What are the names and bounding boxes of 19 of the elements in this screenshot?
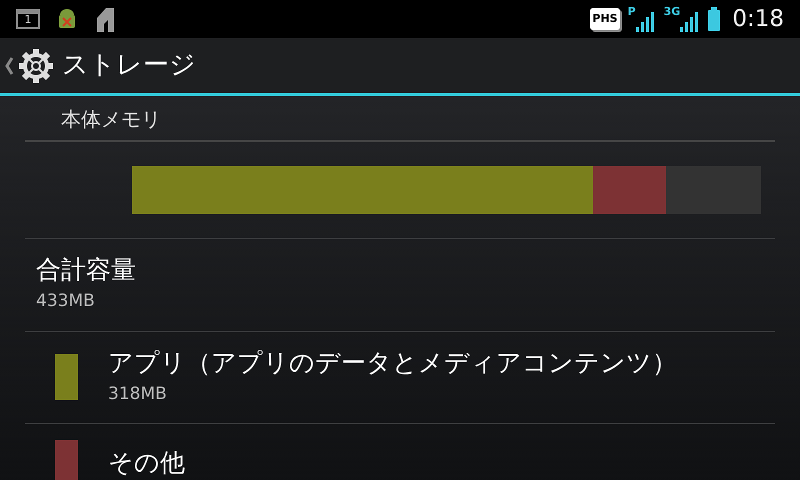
total-value: 433MB	[36, 290, 96, 313]
signal-label: P	[628, 6, 636, 17]
section-header: 本体メモリ	[25, 96, 775, 142]
usb-icon	[94, 6, 116, 32]
up-button[interactable]	[4, 48, 54, 84]
signal-label: 3G	[664, 6, 680, 17]
signal-icon	[636, 12, 656, 32]
network-badge: PHS	[590, 8, 620, 30]
signal-icon	[680, 12, 700, 32]
back-caret-icon	[4, 56, 14, 76]
item-title: アプリ（アプリのデータとメディアコンテンツ）	[108, 348, 677, 378]
calendar-icon: 1	[16, 9, 40, 29]
screen-title: ストレージ	[62, 50, 196, 82]
item-size: 318MB	[108, 382, 168, 406]
battery-icon	[708, 7, 720, 31]
settings-icon	[18, 48, 54, 84]
item-title: その他	[108, 448, 185, 478]
clock: 0:18	[732, 4, 784, 34]
total-label: 合計容量	[36, 255, 137, 285]
